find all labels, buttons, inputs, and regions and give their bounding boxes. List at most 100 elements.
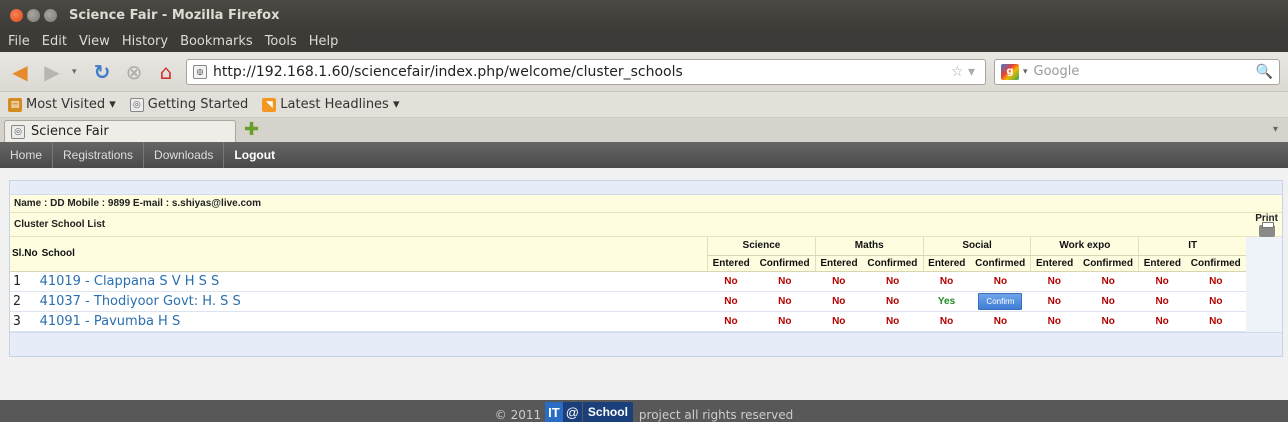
bookmark-getting-started[interactable]: ◎ Getting Started bbox=[129, 97, 248, 112]
science-confirmed-status: No bbox=[754, 311, 816, 332]
school-link[interactable]: 41019 - Clappana S V H S S bbox=[39, 271, 708, 292]
tab-strip: ◎ Science Fair ✚ ▾ bbox=[0, 118, 1288, 142]
itschool-logo-school: School bbox=[582, 402, 633, 422]
address-bar[interactable]: ◎ http://192.168.1.60/sciencefair/index.… bbox=[186, 58, 986, 85]
school-link[interactable]: 41091 - Pavumba H S bbox=[39, 311, 708, 332]
group-header-science: Science bbox=[707, 237, 816, 256]
table-row: 3 41091 - Pavumba H S No No No No No No … bbox=[10, 311, 1247, 332]
maths-entered-status: No bbox=[815, 271, 863, 292]
list-title: Cluster School List bbox=[14, 219, 106, 230]
it-confirmed-status: No bbox=[1185, 291, 1247, 312]
work-expo-confirmed-status: No bbox=[1077, 271, 1139, 292]
search-engine-dropdown-icon[interactable]: ▾ bbox=[1023, 67, 1028, 77]
row-slno: 2 bbox=[10, 291, 40, 312]
close-window-icon[interactable] bbox=[10, 8, 23, 22]
printer-icon[interactable] bbox=[1258, 222, 1275, 237]
tab-title: Science Fair bbox=[31, 124, 109, 139]
col-school-header: School bbox=[39, 237, 708, 272]
print-button[interactable]: Print bbox=[1255, 213, 1278, 237]
home-icon[interactable]: ⌂ bbox=[154, 60, 178, 84]
forward-arrow-icon[interactable]: ▶ bbox=[40, 60, 64, 84]
menu-bookmarks[interactable]: Bookmarks bbox=[180, 34, 253, 49]
page-icon: ◎ bbox=[129, 97, 144, 112]
nav-registrations[interactable]: Registrations bbox=[53, 142, 145, 168]
it-confirmed-status: No bbox=[1185, 311, 1247, 332]
col-slno-header: Sl.No bbox=[10, 237, 40, 272]
menu-help[interactable]: Help bbox=[309, 34, 339, 49]
school-link[interactable]: 41037 - Thodiyoor Govt: H. S S bbox=[39, 291, 708, 312]
maths-confirmed-status: No bbox=[862, 291, 924, 312]
science-entered-status: No bbox=[707, 291, 755, 312]
social-entered-status: No bbox=[923, 311, 970, 332]
menu-bar: File Edit View History Bookmarks Tools H… bbox=[0, 30, 1288, 52]
menu-history[interactable]: History bbox=[122, 34, 168, 49]
sub-header-confirmed: Confirmed bbox=[1185, 255, 1247, 272]
social-entered-status: Yes bbox=[923, 291, 970, 312]
menu-edit[interactable]: Edit bbox=[42, 34, 67, 49]
row-slno: 3 bbox=[10, 311, 40, 332]
group-header-it: IT bbox=[1138, 237, 1247, 256]
maths-entered-status: No bbox=[815, 311, 863, 332]
maths-confirmed-status: No bbox=[862, 271, 924, 292]
page-content: Name : DD Mobile : 9899 E-mail : s.shiya… bbox=[0, 168, 1288, 386]
sub-header-confirmed: Confirmed bbox=[1077, 255, 1139, 272]
search-input[interactable]: Google bbox=[1034, 64, 1256, 79]
table-row: 1 41019 - Clappana S V H S S No No No No… bbox=[10, 271, 1247, 292]
page-icon: ◎ bbox=[11, 124, 25, 139]
reload-icon[interactable]: ↻ bbox=[90, 60, 114, 84]
panel-footer-strip bbox=[10, 331, 1282, 356]
history-dropdown-icon[interactable]: ▾ bbox=[72, 67, 82, 77]
page-footer: © 2011 IT @ School project all rights re… bbox=[0, 400, 1288, 422]
stop-icon[interactable]: ⊗ bbox=[122, 60, 146, 84]
table-side-gutter bbox=[1246, 237, 1282, 332]
bookmark-star-icon[interactable]: ☆ ▾ bbox=[951, 64, 975, 80]
science-confirmed-status: No bbox=[754, 291, 816, 312]
cluster-panel: Name : DD Mobile : 9899 E-mail : s.shiya… bbox=[9, 180, 1283, 357]
social-confirmed-status: No bbox=[969, 271, 1031, 292]
social-confirmed-status: No bbox=[969, 311, 1031, 332]
confirm-button[interactable]: Confirm bbox=[978, 292, 1023, 310]
cluster-school-table: Sl.No School Science Maths Social Work e… bbox=[10, 237, 1247, 332]
url-text[interactable]: http://192.168.1.60/sciencefair/index.ph… bbox=[213, 64, 951, 80]
bookmarks-toolbar: ▤ Most Visited ▾ ◎ Getting Started ◥ Lat… bbox=[0, 92, 1288, 118]
menu-tools[interactable]: Tools bbox=[265, 34, 297, 49]
nav-logout[interactable]: Logout bbox=[224, 142, 285, 168]
science-entered-status: No bbox=[707, 271, 755, 292]
it-entered-status: No bbox=[1138, 271, 1186, 292]
minimize-window-icon[interactable] bbox=[27, 8, 40, 22]
new-tab-plus-icon[interactable]: ✚ bbox=[244, 119, 259, 140]
it-entered-status: No bbox=[1138, 311, 1186, 332]
search-box[interactable]: g ▾ Google 🔍 bbox=[994, 58, 1280, 85]
bookmark-most-visited[interactable]: ▤ Most Visited ▾ bbox=[8, 97, 116, 112]
work-expo-entered-status: No bbox=[1030, 291, 1078, 312]
row-slno: 1 bbox=[10, 271, 40, 292]
back-arrow-icon[interactable]: ◀ bbox=[8, 60, 32, 84]
menu-view[interactable]: View bbox=[79, 34, 110, 49]
group-header-maths: Maths bbox=[814, 237, 924, 256]
folder-icon: ▤ bbox=[8, 97, 22, 112]
sub-header-entered: Entered bbox=[814, 255, 863, 272]
google-search-engine-icon[interactable]: g bbox=[1001, 63, 1019, 80]
tab-science-fair[interactable]: ◎ Science Fair bbox=[4, 120, 236, 142]
nav-downloads[interactable]: Downloads bbox=[144, 142, 225, 168]
search-magnifier-icon[interactable]: 🔍 bbox=[1256, 64, 1273, 80]
work-expo-entered-status: No bbox=[1030, 271, 1078, 292]
rights-text: project all rights reserved bbox=[638, 408, 794, 422]
site-identity-icon[interactable]: ◎ bbox=[193, 64, 207, 79]
nav-home[interactable]: Home bbox=[0, 142, 54, 168]
sub-header-entered: Entered bbox=[922, 255, 970, 272]
work-expo-entered-status: No bbox=[1030, 311, 1078, 332]
itschool-logo-it: IT bbox=[545, 402, 563, 422]
work-expo-confirmed-status: No bbox=[1077, 291, 1139, 312]
window-titlebar: Science Fair - Mozilla Firefox bbox=[0, 0, 1288, 30]
menu-file[interactable]: File bbox=[8, 34, 30, 49]
tab-list-dropdown-icon[interactable]: ▾ bbox=[1273, 124, 1278, 135]
footer-spacer bbox=[0, 386, 1288, 400]
maximize-window-icon[interactable] bbox=[44, 8, 57, 22]
social-confirmed-cell: Confirm bbox=[969, 291, 1031, 312]
panel-header-strip bbox=[10, 181, 1282, 195]
bookmark-label: Most Visited ▾ bbox=[26, 97, 116, 112]
it-confirmed-status: No bbox=[1185, 271, 1247, 292]
social-entered-status: No bbox=[923, 271, 970, 292]
bookmark-latest-headlines[interactable]: ◥ Latest Headlines ▾ bbox=[262, 97, 400, 112]
